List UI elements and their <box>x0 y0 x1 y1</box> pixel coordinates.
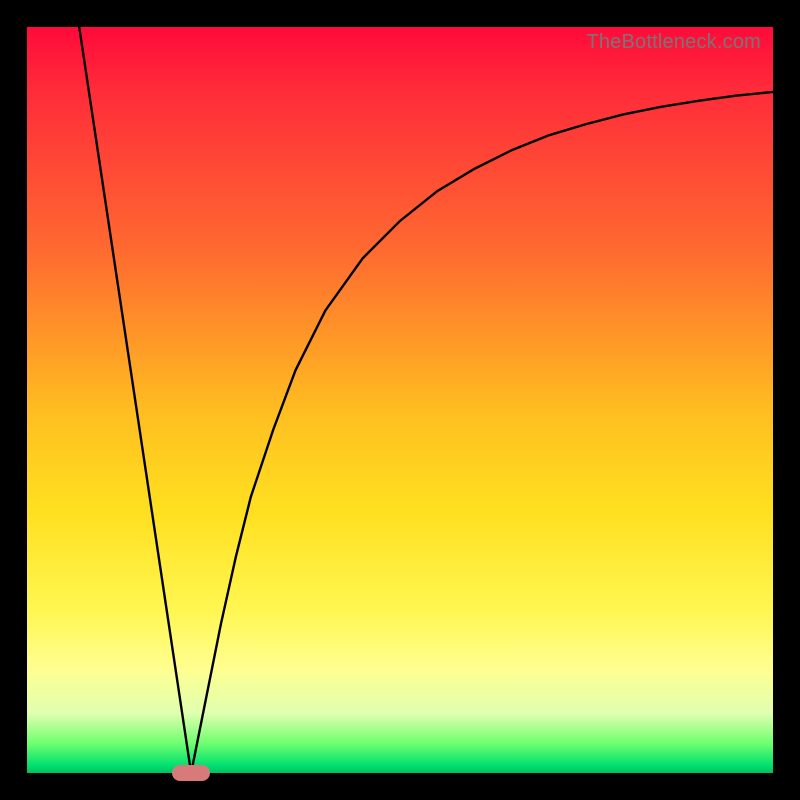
curve-path <box>79 27 773 773</box>
bottleneck-curve <box>27 27 773 773</box>
minimum-marker <box>172 765 210 781</box>
chart-frame: TheBottleneck.com <box>0 0 800 800</box>
plot-area: TheBottleneck.com <box>27 27 773 773</box>
